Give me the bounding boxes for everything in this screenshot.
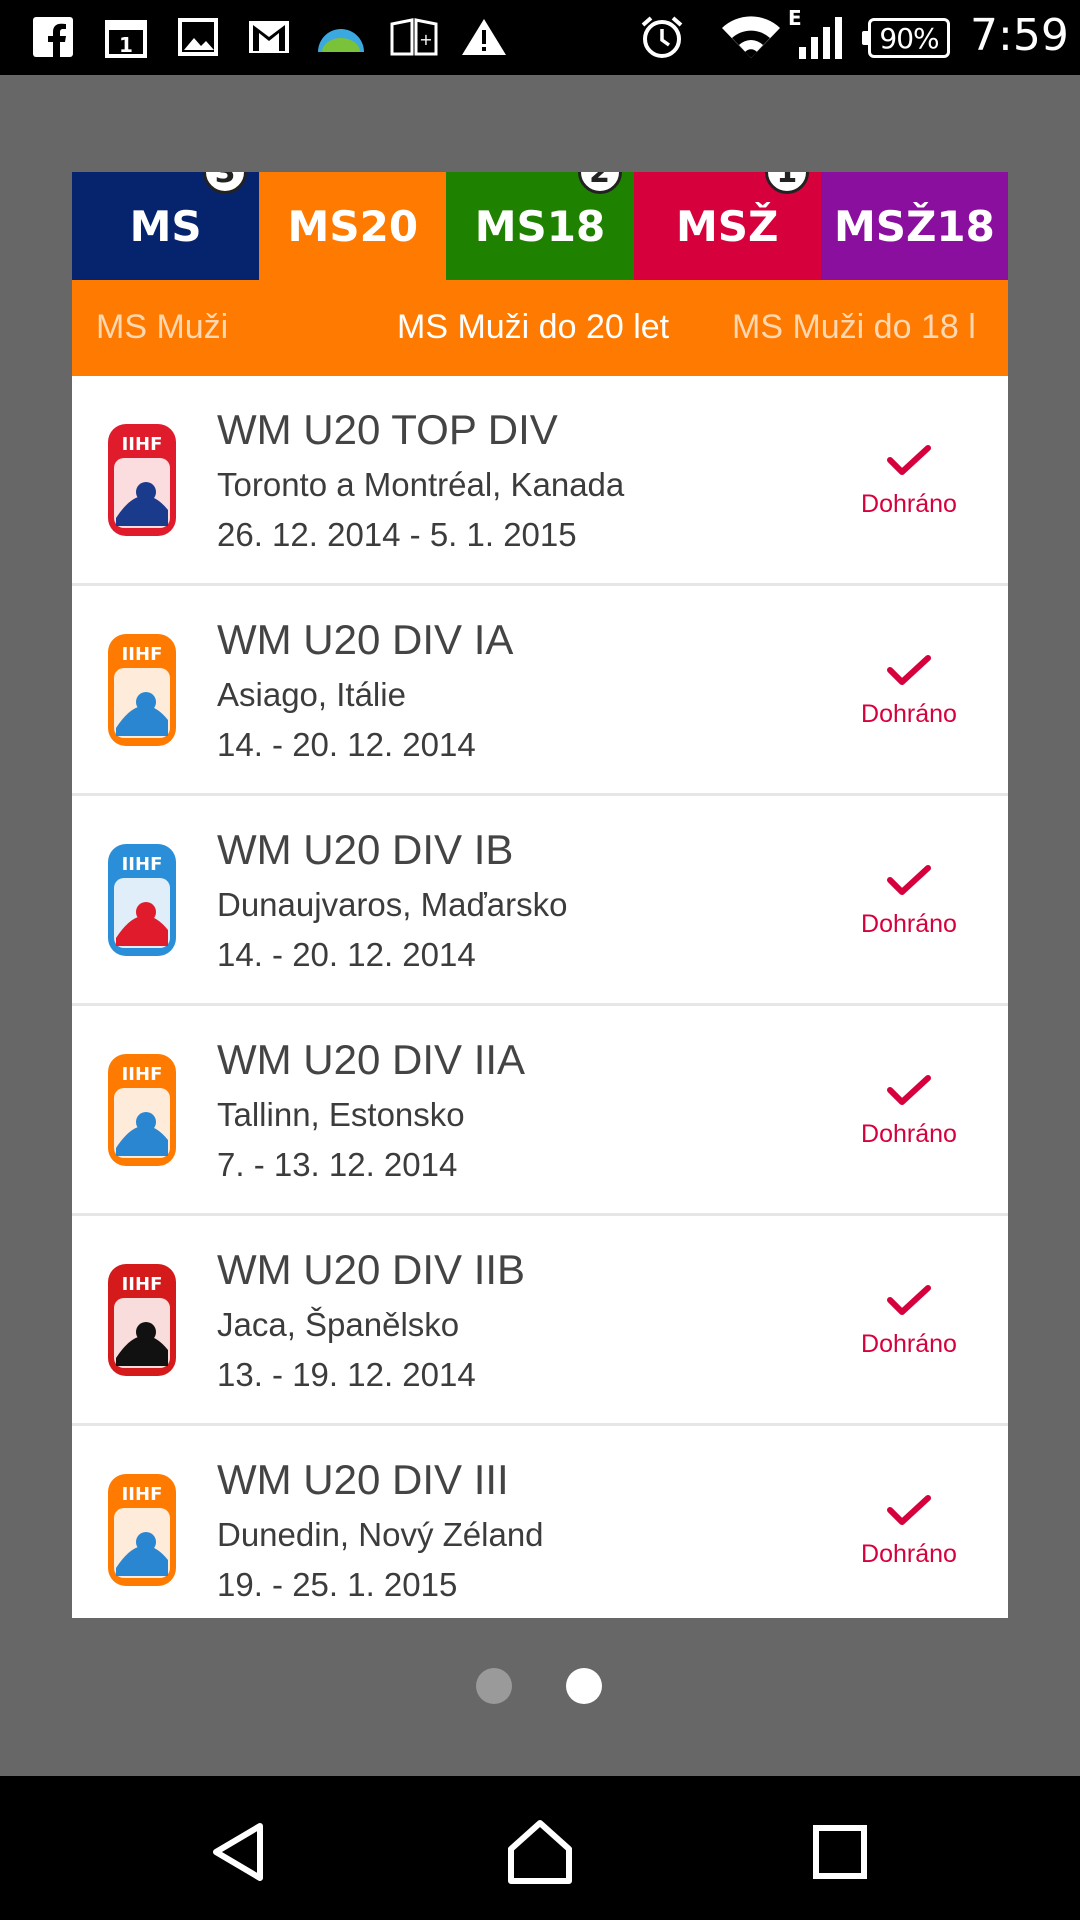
facebook-icon: [32, 16, 74, 58]
list-item[interactable]: IIHF WM U20 DIV IIB Jaca, Španělsko 13. - 1…: [72, 1216, 1008, 1426]
tab-2[interactable]: MS18 2: [446, 172, 634, 280]
event-place: Asiago, Itálie: [217, 676, 406, 713]
check-icon: [887, 655, 931, 685]
logo-text: IIHF: [122, 644, 163, 665]
list-item[interactable]: IIHF WM U20 DIV IA Asiago, Itálie 14. - 20.…: [72, 586, 1008, 796]
iihf-logo-icon: IIHF: [102, 1468, 182, 1592]
status-indicator: Dohráno: [854, 444, 964, 519]
category-tabs: MS 3 MS20 MS18 2 MSŽ 1 MSŽ18: [72, 172, 1008, 280]
event-date: 14. - 20. 12. 2014: [217, 726, 476, 763]
iihf-logo-icon: IIHF: [102, 628, 182, 752]
tab-4[interactable]: MSŽ18: [820, 172, 1008, 280]
event-place: Jaca, Španělsko: [217, 1306, 460, 1343]
weather-icon: [316, 16, 366, 58]
check-icon: [887, 1075, 931, 1105]
event-title: WM U20 DIV IIA: [217, 1036, 526, 1083]
status-bar: 1 + E 90% 7:59: [0, 0, 1080, 75]
event-status: Dohráno: [861, 1120, 957, 1148]
list-item[interactable]: IIHF WM U20 DIV III Dunedin, Nový Zéland 19…: [72, 1426, 1008, 1618]
alarm-icon: [638, 16, 686, 58]
iihf-logo-icon: IIHF: [102, 1048, 182, 1172]
page-dot-2[interactable]: [566, 1668, 602, 1704]
event-title: WM U20 DIV IIB: [217, 1246, 526, 1293]
recents-button[interactable]: [800, 1816, 880, 1888]
event-date: 7. - 13. 12. 2014: [217, 1146, 458, 1183]
subtab-ms-muzi[interactable]: MS Muži: [96, 308, 228, 347]
event-status: Dohráno: [861, 910, 957, 938]
tab-label: MS: [129, 201, 202, 251]
tab-3[interactable]: MSŽ 1: [633, 172, 821, 280]
event-title: WM U20 DIV IB: [217, 826, 514, 873]
tab-label: MS20: [287, 201, 419, 251]
status-indicator: Dohráno: [854, 1494, 964, 1569]
check-icon: [887, 445, 931, 475]
tab-1[interactable]: MS20: [259, 172, 447, 280]
event-date: 26. 12. 2014 - 5. 1. 2015: [217, 516, 577, 553]
logo-text: IIHF: [122, 1064, 163, 1085]
event-date: 14. - 20. 12. 2014: [217, 936, 476, 973]
svg-text:1: 1: [119, 33, 133, 57]
gallery-icon: [176, 16, 220, 58]
logo-text: IIHF: [122, 854, 163, 875]
back-icon: [213, 1823, 263, 1881]
svg-text:+: +: [419, 30, 432, 49]
event-date: 19. - 25. 1. 2015: [217, 1566, 458, 1603]
status-indicator: Dohráno: [854, 1284, 964, 1359]
list-item[interactable]: IIHF WM U20 TOP DIV Toronto a Montréal, Ka…: [72, 376, 1008, 586]
page-indicator: [0, 1668, 1080, 1704]
event-place: Tallinn, Estonsko: [217, 1096, 465, 1133]
tab-label: MSŽ: [675, 201, 779, 251]
event-title: WM U20 DIV IA: [217, 616, 514, 663]
event-status: Dohráno: [861, 700, 957, 728]
event-place: Dunedin, Nový Zéland: [217, 1516, 544, 1553]
check-icon: [887, 1285, 931, 1315]
navigation-bar: [0, 1776, 1080, 1920]
event-status: Dohráno: [861, 490, 957, 518]
home-button[interactable]: [500, 1816, 580, 1888]
status-indicator: Dohráno: [854, 864, 964, 939]
logo-text: IIHF: [122, 1274, 163, 1295]
tab-label: MSŽ18: [833, 201, 995, 251]
logo-text: IIHF: [122, 1484, 163, 1505]
page-dot-1[interactable]: [476, 1668, 512, 1704]
battery-icon: 90%: [862, 18, 950, 58]
iihf-logo-icon: IIHF: [102, 838, 182, 962]
status-indicator: Dohráno: [854, 1074, 964, 1149]
wifi-icon: [720, 16, 782, 58]
event-status: Dohráno: [861, 1330, 957, 1358]
list-item[interactable]: IIHF WM U20 DIV IB Dunaujvaros, Maďarsko 14…: [72, 796, 1008, 1006]
iihf-logo-icon: IIHF: [102, 418, 182, 542]
tab-badge: 3: [203, 172, 248, 194]
event-title: WM U20 TOP DIV: [217, 406, 558, 453]
championship-card: MS 3 MS20 MS18 2 MSŽ 1 MSŽ18 MS Muži MS Muži do…: [72, 172, 1008, 1618]
subtab-ms-muzi-do-18[interactable]: MS Muži do 18 l: [732, 308, 976, 347]
clock: 7:59: [970, 10, 1069, 61]
check-icon: [887, 1495, 931, 1525]
check-icon: [887, 865, 931, 895]
calendar-icon: 1: [104, 16, 148, 58]
warning-icon: [460, 16, 508, 58]
tab-0[interactable]: MS 3: [72, 172, 260, 280]
back-button[interactable]: [200, 1816, 280, 1888]
event-place: Toronto a Montréal, Kanada: [217, 466, 625, 503]
event-status: Dohráno: [861, 1540, 957, 1568]
subcategory-tabs: MS Muži MS Muži do 20 let MS Muži do 18 …: [72, 280, 1008, 376]
event-date: 13. - 19. 12. 2014: [217, 1356, 476, 1393]
list-item[interactable]: IIHF WM U20 DIV IIA Tallinn, Estonsko 7. - …: [72, 1006, 1008, 1216]
iihf-logo-icon: IIHF: [102, 1258, 182, 1382]
signal-icon: [796, 16, 846, 59]
logo-text: IIHF: [122, 434, 163, 455]
event-place: Dunaujvaros, Maďarsko: [217, 886, 568, 923]
reader-icon: +: [390, 16, 438, 58]
event-title: WM U20 DIV III: [217, 1456, 509, 1503]
status-indicator: Dohráno: [854, 654, 964, 729]
tab-badge: 1: [764, 172, 809, 194]
tab-badge: 2: [577, 172, 622, 194]
home-icon: [508, 1820, 572, 1884]
recents-icon: [813, 1825, 867, 1879]
tab-label: MS18: [474, 201, 606, 251]
subtab-ms-muzi-do-20[interactable]: MS Muži do 20 let: [397, 308, 669, 347]
event-list: IIHF WM U20 TOP DIV Toronto a Montréal, Ka…: [72, 376, 1008, 1618]
gmail-icon: [246, 16, 292, 58]
